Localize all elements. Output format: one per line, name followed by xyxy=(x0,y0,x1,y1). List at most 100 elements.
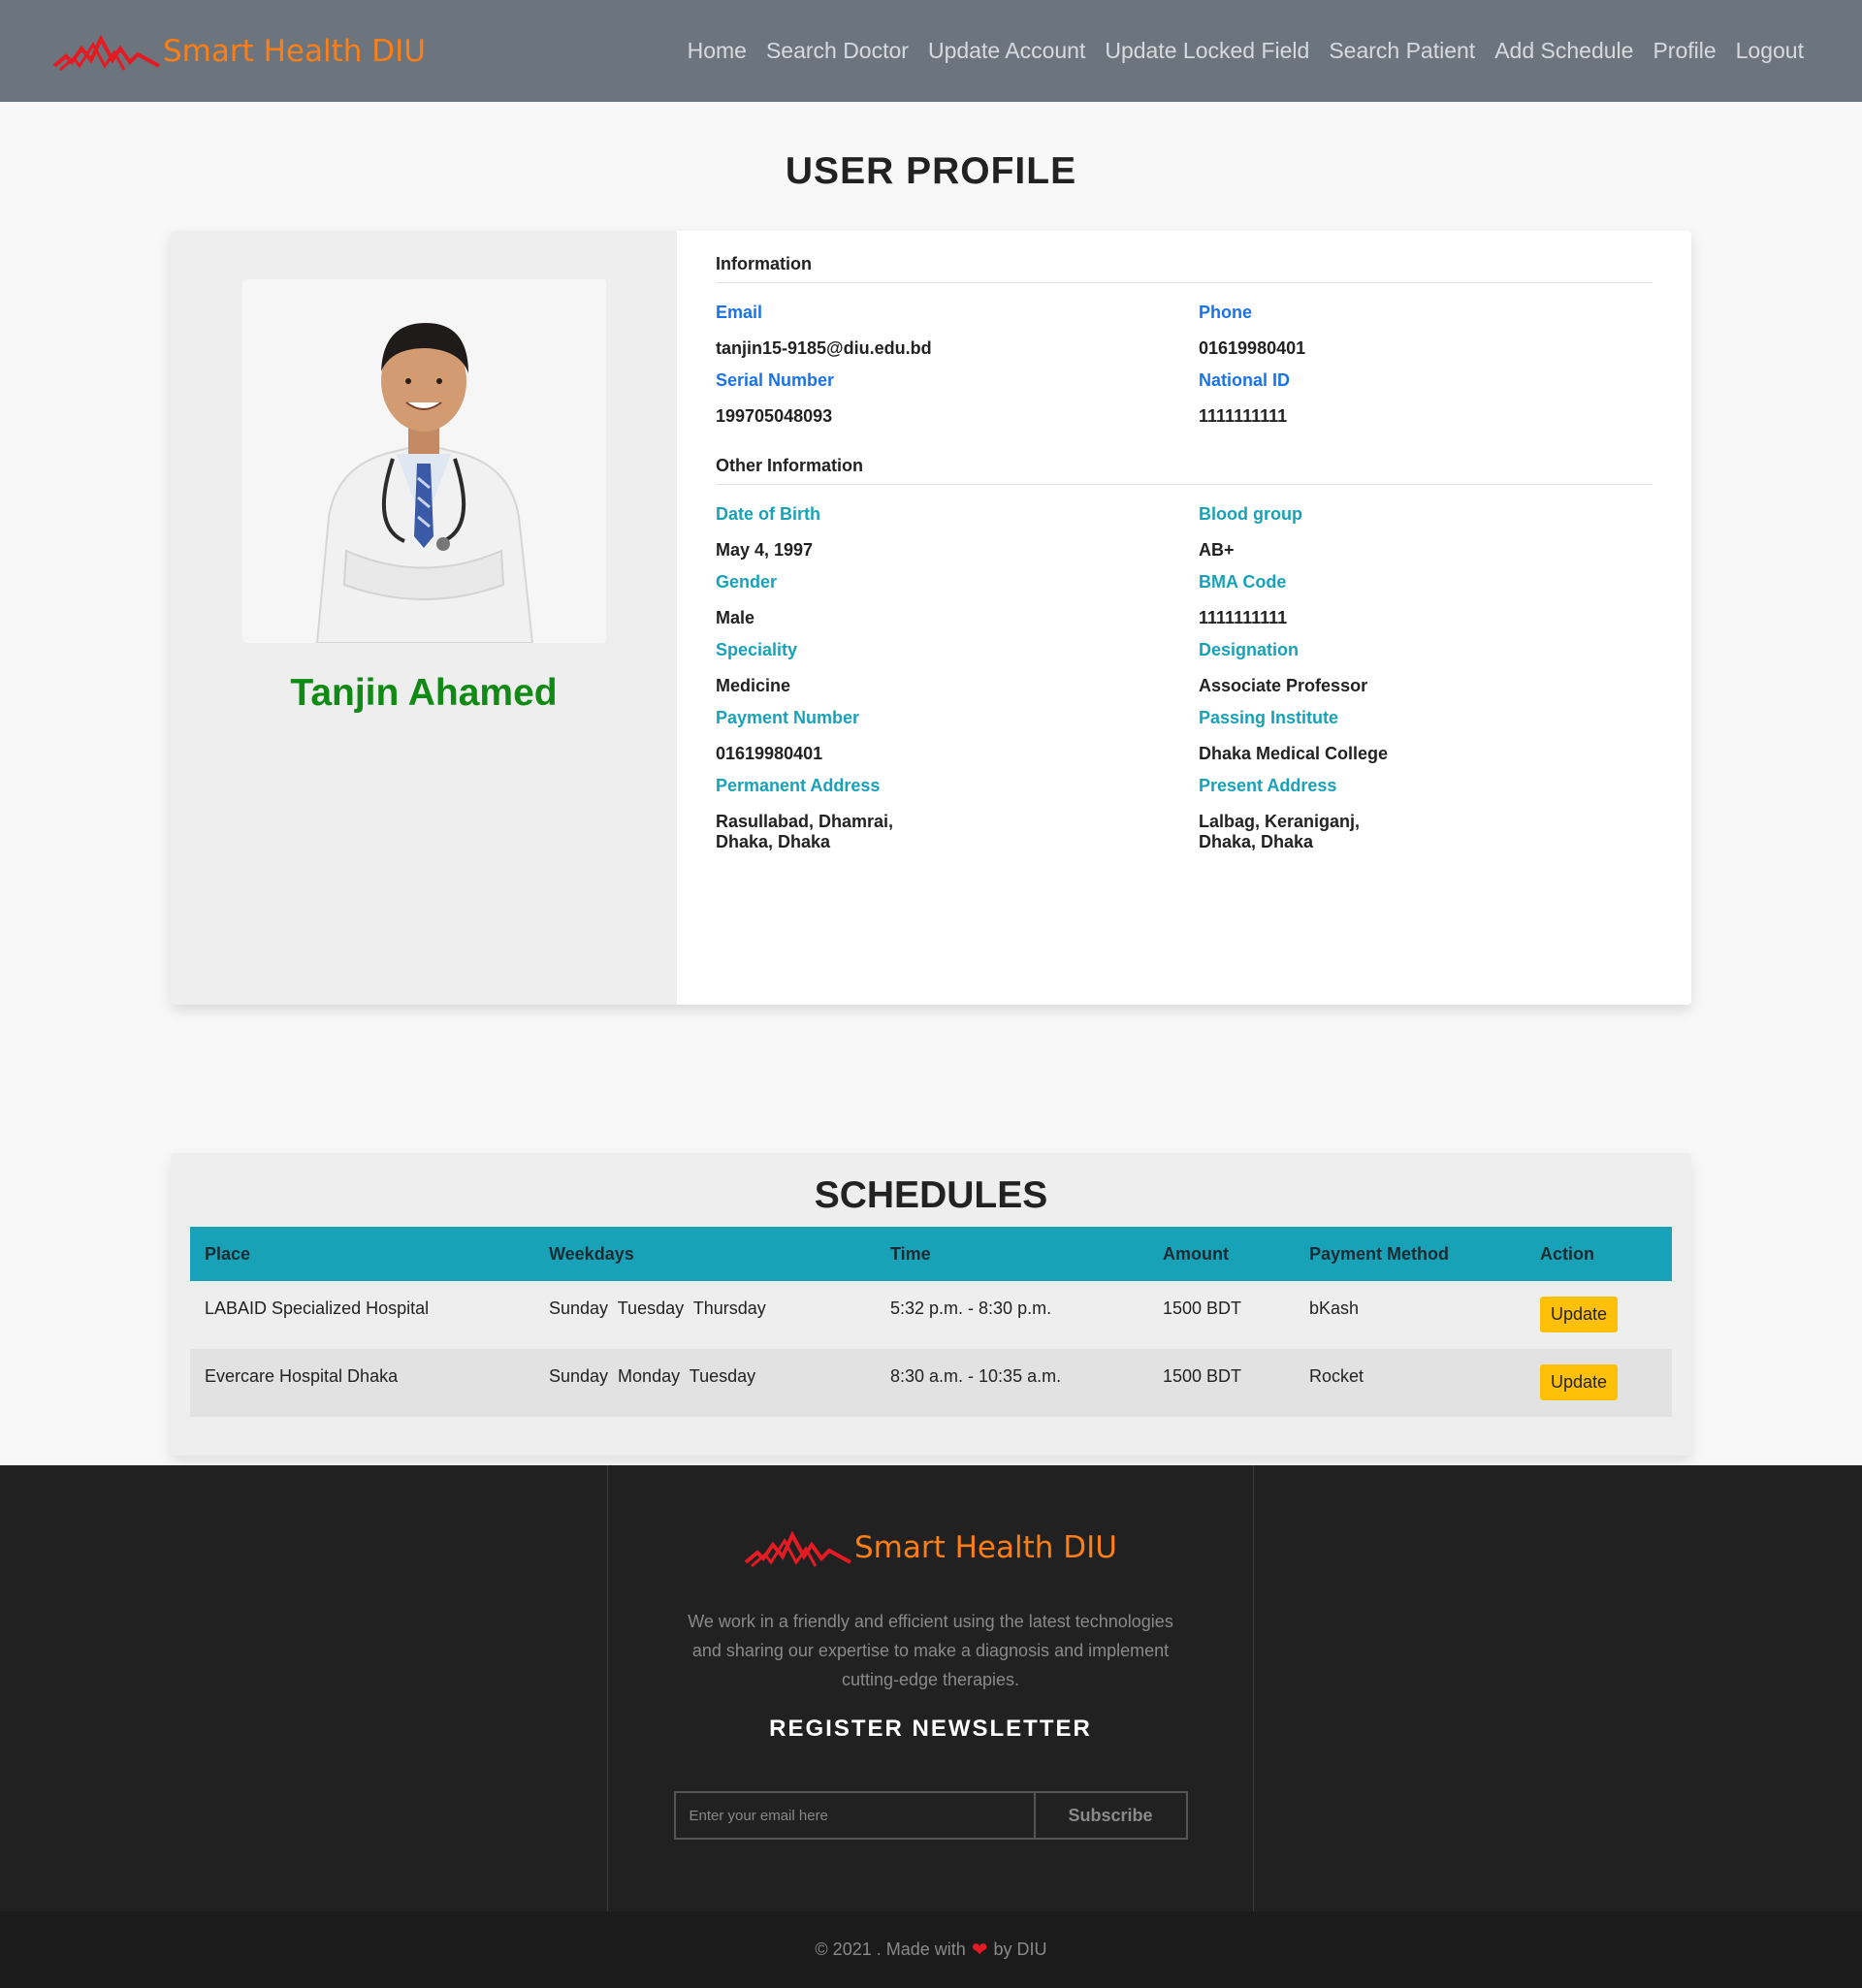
dob-field: Date of Birth May 4, 1997 xyxy=(716,504,1199,561)
cell-weekdays: Sunday Tuesday Thursday xyxy=(549,1299,766,1318)
profile-card: Tanjin Ahamed Information Email tanjin15… xyxy=(171,231,1691,1005)
blood-value: AB+ xyxy=(1199,540,1235,560)
serial-value: 199705048093 xyxy=(716,406,833,426)
nav-search-patient[interactable]: Search Patient xyxy=(1329,38,1475,64)
gender-field: Gender Male xyxy=(716,572,1199,628)
nav-add-schedule[interactable]: Add Schedule xyxy=(1494,38,1633,64)
email-label: Email xyxy=(716,303,763,322)
nid-field: National ID 1111111111 xyxy=(1199,370,1653,427)
payment-number-value: 01619980401 xyxy=(716,744,823,763)
nav-search-doctor[interactable]: Search Doctor xyxy=(766,38,909,64)
cell-amount: 1500 BDT xyxy=(1163,1366,1242,1386)
payment-number-field: Payment Number 01619980401 xyxy=(716,708,1199,764)
page-title: USER PROFILE xyxy=(785,150,1077,192)
permanent-address-line1: Rasullabad, Dhamrai, xyxy=(716,812,894,831)
schedules-card: SCHEDULES Place Weekdays Time Amount Pay… xyxy=(171,1153,1691,1456)
doctor-name: Tanjin Ahamed xyxy=(290,672,558,714)
bma-field: BMA Code 1111111111 xyxy=(1199,572,1653,628)
bma-value: 1111111111 xyxy=(1199,608,1288,627)
copyright-bar: © 2021 . Made with ❤ by DIU xyxy=(0,1911,1862,1988)
designation-field: Designation Associate Professor xyxy=(1199,640,1653,696)
table-header-row: Place Weekdays Time Amount Payment Metho… xyxy=(190,1227,1672,1281)
newsletter-title: REGISTER NEWSLETTER xyxy=(769,1715,1092,1742)
footer-brand[interactable]: Smart Health DIU xyxy=(744,1523,1117,1572)
cell-payment-method: Rocket xyxy=(1309,1366,1364,1386)
permanent-address-line2: Dhaka, Dhaka xyxy=(716,832,831,851)
institute-value: Dhaka Medical College xyxy=(1199,744,1389,763)
email-value: tanjin15-9185@diu.edu.bd xyxy=(716,338,932,358)
phone-field: Phone 01619980401 xyxy=(1199,303,1653,359)
footer: Smart Health DIU We work in a friendly a… xyxy=(0,1465,1862,1911)
heartbeat-logo-icon xyxy=(52,34,160,71)
blood-label: Blood group xyxy=(1199,504,1302,524)
present-address-line1: Lalbag, Keraniganj, xyxy=(1199,812,1361,831)
nav-links: Home Search Doctor Update Account Update… xyxy=(688,38,1804,64)
speciality-field: Speciality Medicine xyxy=(716,640,1199,696)
institute-label: Passing Institute xyxy=(1199,708,1339,727)
designation-label: Designation xyxy=(1199,640,1300,659)
brand-name: Smart Health DIU xyxy=(163,33,426,69)
cell-time: 8:30 a.m. - 10:35 a.m. xyxy=(890,1366,1062,1386)
cell-time: 5:32 p.m. - 8:30 p.m. xyxy=(890,1299,1052,1318)
blood-field: Blood group AB+ xyxy=(1199,504,1653,561)
cell-place: Evercare Hospital Dhaka xyxy=(205,1366,399,1386)
nav-logout[interactable]: Logout xyxy=(1736,38,1804,64)
newsletter-form: Subscribe xyxy=(673,1791,1188,1840)
col-place: Place xyxy=(205,1243,251,1264)
col-weekdays: Weekdays xyxy=(549,1243,634,1264)
gender-value: Male xyxy=(716,608,755,627)
footer-brand-name: Smart Health DIU xyxy=(854,1530,1117,1565)
cell-amount: 1500 BDT xyxy=(1163,1299,1242,1318)
col-action: Action xyxy=(1540,1243,1594,1264)
brand[interactable]: Smart Health DIU xyxy=(52,27,426,76)
table-row: LABAID Specialized Hospital Sunday Tuesd… xyxy=(190,1281,1672,1349)
gender-label: Gender xyxy=(716,572,778,592)
email-field: Email tanjin15-9185@diu.edu.bd xyxy=(716,303,1199,359)
payment-number-label: Payment Number xyxy=(716,708,860,727)
top-navbar: Smart Health DIU Home Search Doctor Upda… xyxy=(0,0,1862,102)
present-address-field: Present Address Lalbag, Keraniganj, Dhak… xyxy=(1199,776,1653,852)
update-button[interactable]: Update xyxy=(1540,1297,1619,1332)
doctor-photo xyxy=(241,279,606,643)
profile-details: Information Email tanjin15-9185@diu.edu.… xyxy=(677,231,1691,1005)
information-grid: Email tanjin15-9185@diu.edu.bd Phone 016… xyxy=(716,303,1653,438)
permanent-address-label: Permanent Address xyxy=(716,776,881,795)
heartbeat-logo-icon xyxy=(744,1530,851,1568)
profile-sidebar: Tanjin Ahamed xyxy=(171,231,677,1005)
schedules-table: Place Weekdays Time Amount Payment Metho… xyxy=(190,1227,1672,1417)
col-amount: Amount xyxy=(1163,1243,1229,1264)
present-address-label: Present Address xyxy=(1199,776,1337,795)
subscribe-button[interactable]: Subscribe xyxy=(1036,1793,1186,1838)
copyright-by: by DIU xyxy=(993,1940,1047,1959)
nav-update-account[interactable]: Update Account xyxy=(928,38,1085,64)
heart-icon: ❤ xyxy=(971,1940,988,1961)
serial-label: Serial Number xyxy=(716,370,835,390)
nid-label: National ID xyxy=(1199,370,1291,390)
institute-field: Passing Institute Dhaka Medical College xyxy=(1199,708,1653,764)
information-heading: Information xyxy=(716,254,1653,283)
cell-place: LABAID Specialized Hospital xyxy=(205,1299,430,1318)
copyright-text: © 2021 . Made with xyxy=(815,1940,966,1959)
col-payment-method: Payment Method xyxy=(1309,1243,1450,1264)
cell-payment-method: bKash xyxy=(1309,1299,1360,1318)
table-row: Evercare Hospital Dhaka Sunday Monday Tu… xyxy=(190,1349,1672,1417)
other-information-grid: Date of Birth May 4, 1997 Blood group AB… xyxy=(716,504,1653,864)
col-time: Time xyxy=(890,1243,931,1264)
serial-field: Serial Number 199705048093 xyxy=(716,370,1199,427)
bma-label: BMA Code xyxy=(1199,572,1287,592)
newsletter-email-input[interactable] xyxy=(675,1793,1036,1838)
schedules-title: SCHEDULES xyxy=(814,1174,1048,1216)
designation-value: Associate Professor xyxy=(1199,676,1368,695)
cell-action: Update xyxy=(1525,1281,1672,1349)
cell-weekdays: Sunday Monday Tuesday xyxy=(549,1366,756,1386)
nid-value: 1111111111 xyxy=(1199,406,1288,426)
update-button[interactable]: Update xyxy=(1540,1364,1619,1400)
nav-update-locked-field[interactable]: Update Locked Field xyxy=(1105,38,1309,64)
footer-center-column: Smart Health DIU We work in a friendly a… xyxy=(607,1465,1254,1911)
speciality-value: Medicine xyxy=(716,676,791,695)
nav-profile[interactable]: Profile xyxy=(1653,38,1716,64)
speciality-label: Speciality xyxy=(716,640,798,659)
nav-home[interactable]: Home xyxy=(688,38,747,64)
dob-value: May 4, 1997 xyxy=(716,540,814,560)
phone-value: 01619980401 xyxy=(1199,338,1306,358)
